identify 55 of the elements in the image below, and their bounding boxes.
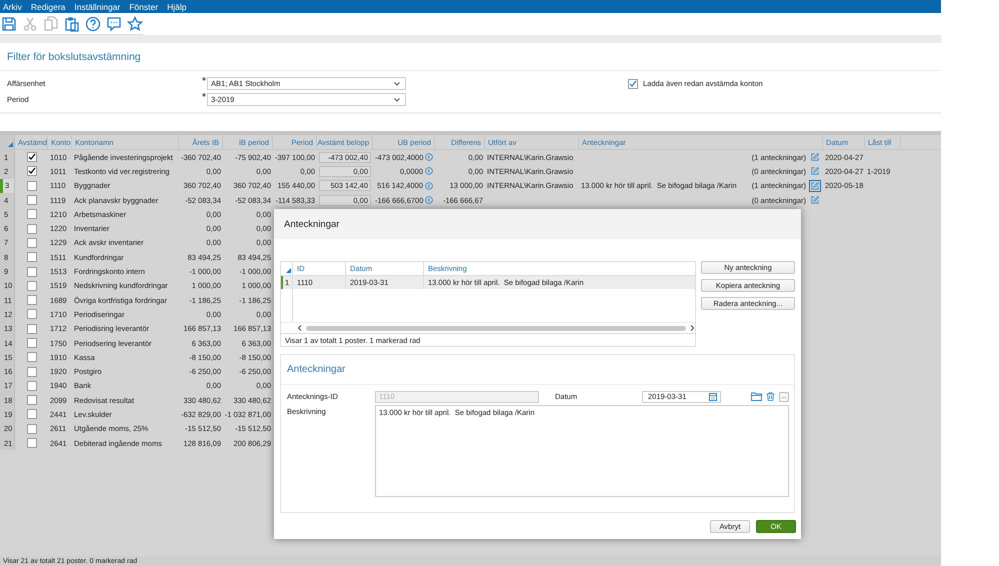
- speech-bubble-icon[interactable]: [106, 16, 122, 32]
- menu-item[interactable]: Arkiv: [3, 2, 22, 12]
- section-title: Anteckningar: [287, 364, 346, 375]
- checkbox[interactable]: [27, 209, 37, 220]
- edit-icon[interactable]: [809, 165, 821, 178]
- checkbox[interactable]: [27, 280, 37, 291]
- checkbox[interactable]: [27, 338, 37, 348]
- sort-corner-icon: [286, 268, 291, 273]
- checkbox[interactable]: [628, 78, 638, 88]
- checkbox[interactable]: [27, 295, 37, 306]
- menu-item[interactable]: Inställningar: [74, 2, 120, 12]
- checkbox[interactable]: [27, 152, 37, 162]
- checkbox[interactable]: [27, 166, 37, 176]
- chevron-icon: [394, 98, 400, 102]
- scroll-left-icon[interactable]: [297, 325, 302, 331]
- checkbox[interactable]: [27, 424, 37, 434]
- circle-arrow-icon[interactable]: [425, 182, 433, 190]
- checkbox[interactable]: [27, 266, 37, 277]
- help-icon[interactable]: [85, 16, 101, 32]
- checkbox[interactable]: [27, 238, 37, 248]
- checkbox[interactable]: [27, 324, 37, 334]
- checkbox[interactable]: [27, 180, 37, 191]
- required-icon: [202, 77, 206, 81]
- trash-icon[interactable]: [766, 392, 775, 401]
- circle-arrow-icon[interactable]: [425, 196, 434, 204]
- calendar-icon[interactable]: [709, 392, 717, 400]
- menu-item[interactable]: Hjälp: [167, 2, 186, 12]
- checkbox[interactable]: [27, 352, 37, 362]
- required-icon: [202, 93, 206, 97]
- edit-icon[interactable]: [809, 194, 821, 206]
- edit-icon[interactable]: [809, 151, 821, 164]
- dialog-title: Anteckningar: [284, 218, 340, 230]
- circle-arrow-icon[interactable]: [425, 153, 434, 162]
- star-icon[interactable]: [127, 16, 143, 32]
- menu-item[interactable]: Redigera: [30, 2, 66, 12]
- save-icon[interactable]: [1, 16, 17, 32]
- section-title: Filter för bokslutsavstämning: [0, 43, 941, 71]
- checkbox[interactable]: [27, 380, 37, 391]
- checkbox[interactable]: [27, 195, 37, 206]
- scrollbar[interactable]: [306, 326, 686, 330]
- checkbox[interactable]: [27, 252, 37, 262]
- edit-icon[interactable]: [809, 180, 821, 192]
- folder-icon[interactable]: [751, 392, 762, 401]
- scroll-right-icon[interactable]: [690, 325, 695, 331]
- menu-item[interactable]: Fönster: [129, 2, 158, 12]
- sort-corner-icon: [8, 142, 13, 147]
- circle-arrow-icon[interactable]: [425, 167, 433, 176]
- chevron-icon: [394, 82, 400, 86]
- checkbox[interactable]: [27, 224, 37, 234]
- clipboard-icon[interactable]: [64, 16, 80, 32]
- checkbox[interactable]: [27, 309, 37, 320]
- checkbox[interactable]: [27, 409, 37, 420]
- checkbox[interactable]: [27, 395, 37, 406]
- checkbox[interactable]: [27, 366, 37, 377]
- checkbox[interactable]: [27, 438, 37, 448]
